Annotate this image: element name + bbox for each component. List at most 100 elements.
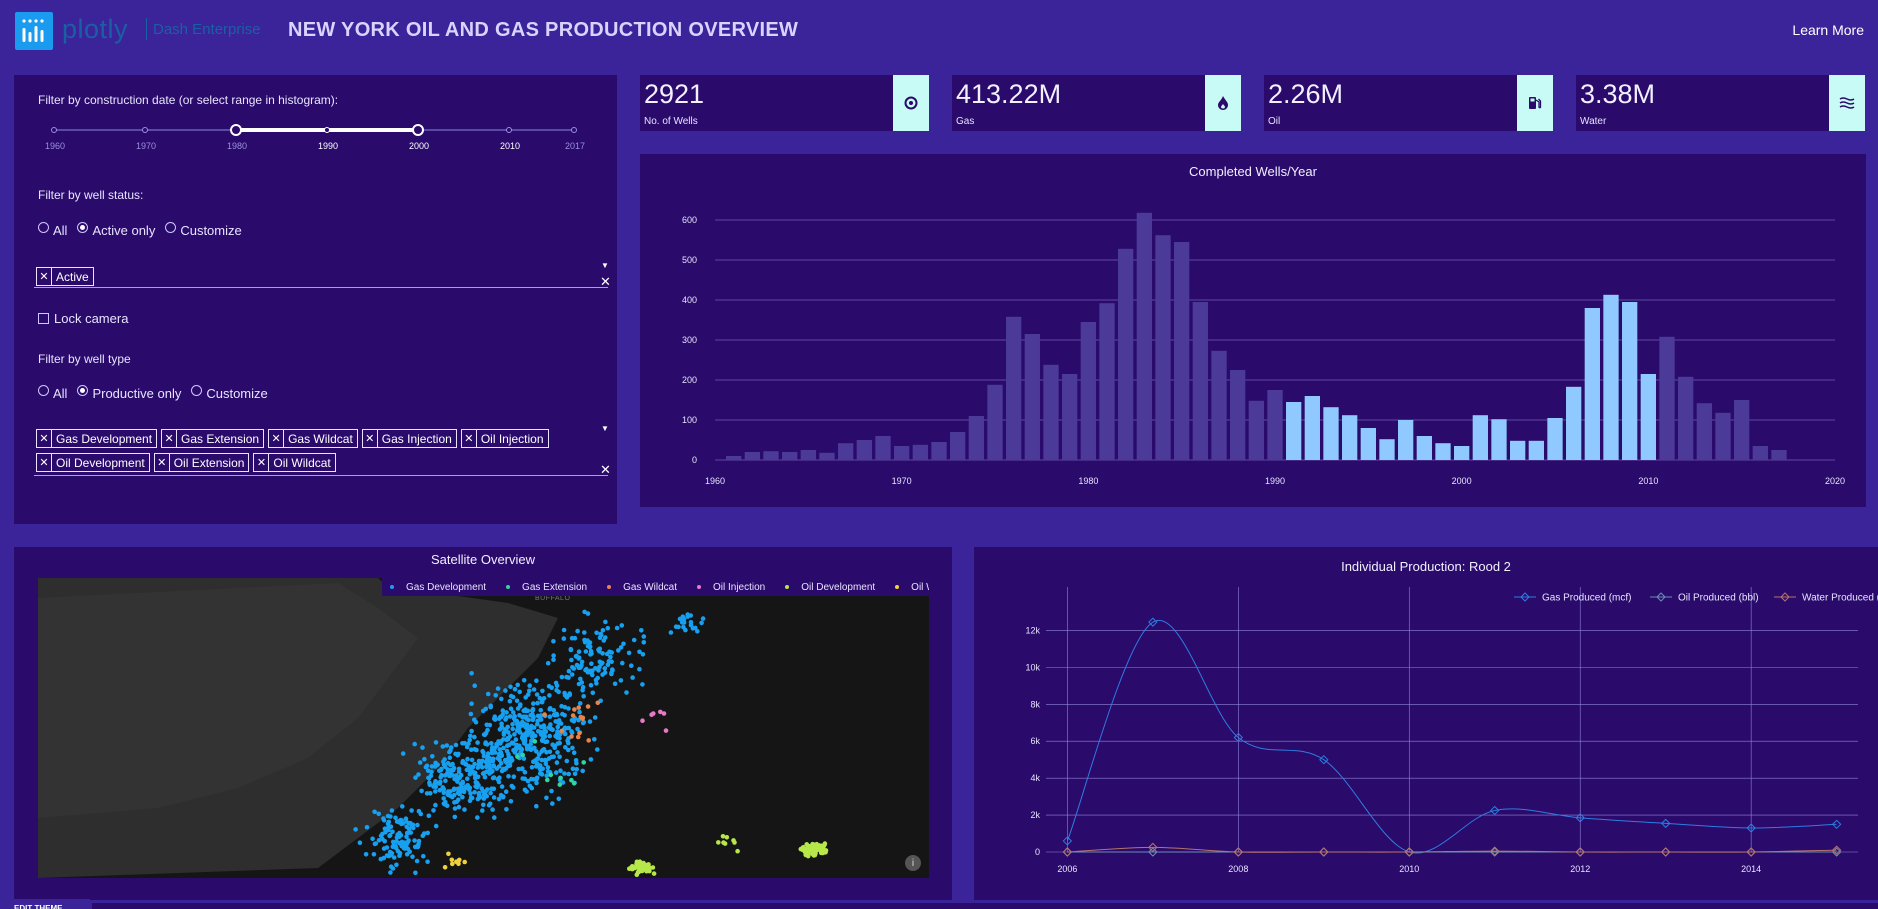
well-point: [503, 688, 508, 693]
legend-item[interactable]: Oil Development: [785, 582, 875, 593]
well-point: [532, 758, 538, 763]
well-point: [513, 737, 519, 742]
well-point: [594, 630, 599, 636]
well-point: [561, 627, 567, 633]
well-point: [805, 853, 811, 859]
well-point: [603, 619, 608, 625]
well-point: [588, 652, 593, 657]
well-point: [577, 709, 582, 715]
dropdown-arrow-icon[interactable]: ▼: [601, 261, 609, 270]
well-point: [490, 775, 496, 781]
remove-chip-icon[interactable]: ✕: [269, 430, 285, 447]
well-point: [522, 787, 528, 793]
well-point: [499, 768, 505, 774]
checkbox-icon[interactable]: [38, 313, 49, 324]
plotly-logo-icon: [15, 12, 53, 50]
well-point: [641, 634, 647, 639]
logo-divider: [146, 18, 147, 40]
status-chip: ✕ Active: [36, 267, 94, 286]
histogram-bar: [1416, 436, 1432, 460]
well-point: [525, 692, 531, 697]
histogram-bar: [1323, 407, 1339, 460]
edit-theme-tab[interactable]: EDIT THEME: [0, 899, 90, 909]
legend-item[interactable]: Oil Wildcat: [895, 582, 929, 593]
construction-date-slider[interactable]: 1960 1970 1980 1990 2000 2010 2017: [45, 124, 585, 157]
slider-handle-end[interactable]: [412, 124, 424, 136]
remove-chip-icon[interactable]: ✕: [155, 454, 170, 471]
well-point: [431, 808, 436, 813]
dropdown-arrow-icon[interactable]: ▼: [601, 424, 609, 433]
legend-item[interactable]: Oil Injection: [697, 582, 765, 593]
remove-chip-icon[interactable]: ✕: [37, 268, 52, 285]
well-type-dropdown[interactable]: ✕ Gas Development ✕ Gas Extension ✕ Gas Wil…: [34, 424, 611, 477]
y-tick-label: 12k: [1025, 625, 1040, 635]
well-point: [570, 745, 575, 751]
production-chart[interactable]: 0 2k 4k 6k 8k 10k 12k 2006 2008 2010 2012 2014 Gas P…: [974, 547, 1878, 900]
histogram-chart[interactable]: 0 100 200 300 400 500 600 1960 1970 1980 1990 2000 2…: [640, 154, 1866, 507]
well-point: [798, 846, 804, 852]
well-point: [515, 706, 521, 711]
well-status-dropdown[interactable]: ✕ Active ▼ ✕: [34, 261, 611, 289]
well-point: [490, 807, 495, 812]
well-point: [555, 750, 560, 755]
legend-item[interactable]: Gas Development: [390, 582, 486, 593]
remove-chip-icon[interactable]: ✕: [37, 430, 52, 447]
well-point: [551, 657, 556, 662]
histogram-bar: [1603, 294, 1619, 460]
date-filter-label: Filter by construction date (or select r…: [38, 93, 339, 107]
kpi-label: No. of Wells: [644, 116, 698, 127]
well-point: [395, 849, 401, 854]
well-point: [722, 841, 728, 846]
well-point: [592, 715, 598, 720]
lock-camera-label: Lock camera: [54, 311, 129, 326]
well-point: [585, 704, 591, 709]
radio-type-all[interactable]: [38, 385, 49, 396]
legend-dot: [607, 585, 612, 589]
y-tick-label: 600: [682, 215, 697, 225]
histogram-bar: [819, 452, 835, 460]
kpi-card-oil: 2.26M Oil: [1264, 75, 1553, 131]
legend-item[interactable]: Gas Extension: [506, 582, 587, 593]
satellite-map[interactable]: BUFFALO i Gas Development Gas Extension Ga…: [38, 578, 929, 878]
well-point: [810, 841, 815, 847]
well-point: [412, 741, 418, 747]
well-point: [491, 795, 497, 800]
well-point: [433, 789, 438, 794]
well-point: [466, 741, 471, 746]
well-point: [473, 719, 479, 725]
remove-chip-icon[interactable]: ✕: [462, 430, 477, 447]
remove-chip-icon[interactable]: ✕: [254, 454, 270, 471]
well-point: [433, 760, 438, 766]
map-canvas[interactable]: [38, 578, 929, 878]
radio-status-active[interactable]: [77, 222, 89, 233]
well-point: [534, 678, 539, 683]
slider-handle-start[interactable]: [230, 124, 242, 136]
radio-status-customize[interactable]: [165, 222, 177, 233]
remove-chip-icon[interactable]: ✕: [363, 430, 378, 447]
well-point: [570, 713, 576, 718]
well-point: [504, 807, 509, 812]
well-point: [440, 744, 446, 749]
well-point: [450, 768, 456, 773]
learn-more-link[interactable]: Learn More: [1792, 22, 1864, 38]
info-icon[interactable]: i: [905, 855, 921, 871]
radio-type-customize[interactable]: [191, 385, 203, 396]
well-point: [465, 756, 470, 762]
well-point: [630, 675, 635, 680]
radio-type-productive[interactable]: [77, 385, 89, 396]
well-point: [470, 764, 476, 770]
legend-item[interactable]: Gas Wildcat: [607, 582, 677, 593]
lock-camera-checkbox[interactable]: Lock camera: [38, 311, 128, 326]
production-panel: Individual Production: Rood 2 0 2k 4k 6k 8k 1…: [974, 547, 1878, 900]
dropdown-underline: [34, 287, 608, 288]
well-point: [499, 784, 505, 789]
radio-status-all[interactable]: [38, 222, 49, 233]
remove-chip-icon[interactable]: ✕: [37, 454, 52, 471]
histogram-bar: [763, 451, 779, 460]
well-point: [462, 807, 467, 812]
histogram-bar: [838, 443, 854, 460]
well-point: [429, 764, 435, 769]
y-tick-label: 2k: [1030, 810, 1040, 820]
remove-chip-icon[interactable]: ✕: [162, 430, 178, 447]
well-point: [606, 659, 612, 664]
